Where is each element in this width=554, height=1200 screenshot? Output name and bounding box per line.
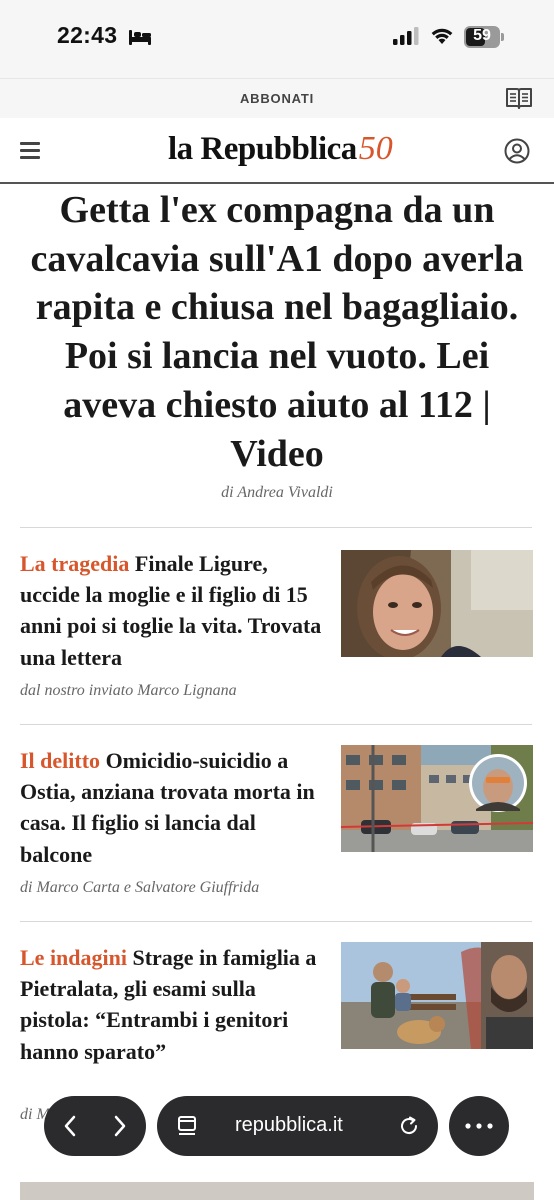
site-logo[interactable]: la Repubblica50 — [168, 130, 393, 170]
wifi-icon — [431, 28, 453, 44]
status-time: 22:43 — [57, 22, 118, 48]
divider — [20, 527, 532, 528]
subscribe-link[interactable]: ABBONATI — [0, 91, 554, 106]
article-image[interactable] — [341, 745, 533, 852]
status-bar: 22:43 59 — [0, 0, 554, 78]
article-image[interactable] — [341, 550, 533, 657]
article-byline: di Marco Carta e Salvatore Giuffrida — [20, 879, 260, 896]
site-header: la Repubblica50 — [0, 118, 554, 184]
article-byline: dal nostro inviato Marco Lignana — [20, 682, 237, 699]
article-kicker: La tragedia — [20, 551, 130, 576]
article-kicker: Le indagini — [20, 945, 127, 970]
divider — [20, 724, 532, 725]
next-article-image[interactable] — [20, 1182, 534, 1200]
article-kicker: Il delitto — [20, 748, 101, 773]
reload-icon[interactable] — [398, 1115, 420, 1137]
battery-icon: 59 — [464, 26, 504, 48]
logo-anniversary: 50 — [358, 130, 393, 167]
menu-icon[interactable] — [20, 140, 42, 160]
main-headline[interactable]: Getta l'ex compagna da un cavalcavia sul… — [16, 186, 538, 478]
tabs-icon[interactable] — [177, 1115, 197, 1137]
user-icon[interactable] — [504, 138, 530, 164]
back-icon[interactable] — [62, 1114, 78, 1138]
bed-icon — [129, 30, 151, 45]
more-icon — [465, 1123, 493, 1129]
article-image[interactable] — [341, 942, 533, 1049]
divider — [20, 921, 532, 922]
url-text[interactable]: repubblica.it — [235, 1114, 343, 1137]
signal-icon — [393, 27, 419, 45]
forward-icon[interactable] — [112, 1114, 128, 1138]
reader-icon[interactable] — [505, 85, 533, 111]
battery-percent: 59 — [473, 27, 491, 44]
address-bar[interactable]: repubblica.it — [157, 1096, 438, 1156]
more-button[interactable] — [449, 1096, 509, 1156]
subscribe-bar: ABBONATI — [0, 78, 554, 118]
main-byline: di Andrea Vivaldi — [221, 484, 333, 501]
history-navigation — [44, 1096, 146, 1156]
logo-text: la Repubblica — [168, 131, 357, 167]
